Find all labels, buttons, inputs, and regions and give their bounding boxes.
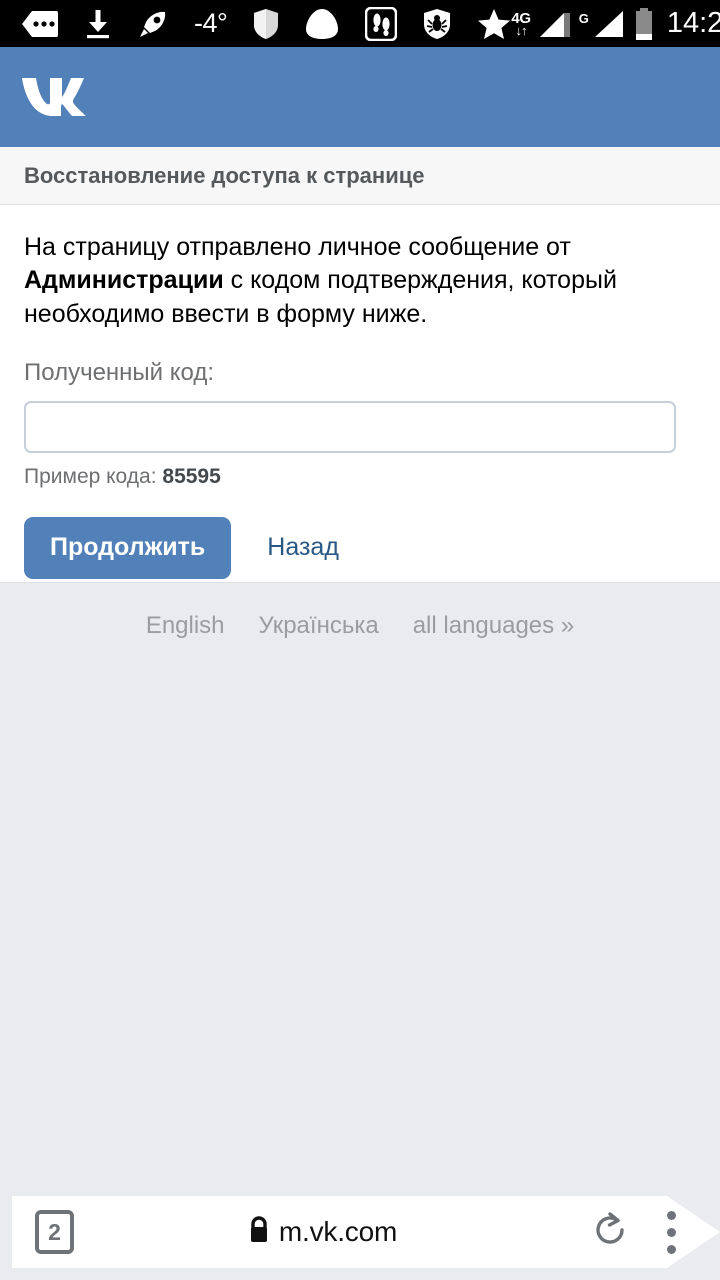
vk-logo[interactable] bbox=[20, 75, 92, 119]
lock-icon bbox=[248, 1215, 270, 1249]
code-example-prefix: Пример кода: bbox=[24, 464, 163, 488]
continue-button[interactable]: Продолжить bbox=[24, 516, 232, 579]
code-example-value: 85595 bbox=[162, 464, 221, 488]
reload-icon[interactable] bbox=[591, 1211, 629, 1254]
page-title-bar: Восстановление доступа к странице bbox=[0, 147, 720, 205]
mobile-data-4g-icon: 4G ↓↑ bbox=[511, 9, 531, 38]
rocket-icon bbox=[138, 7, 168, 41]
code-input[interactable] bbox=[24, 400, 676, 453]
url-text: m.vk.com bbox=[278, 1216, 398, 1247]
signal-bars-2-icon bbox=[594, 7, 625, 41]
star-icon bbox=[477, 7, 511, 41]
back-link[interactable]: Назад bbox=[267, 533, 339, 562]
signal-bars-icon bbox=[539, 7, 570, 41]
kebab-menu-icon[interactable] bbox=[667, 1210, 676, 1254]
more-dots-icon bbox=[22, 7, 58, 41]
vk-header bbox=[0, 47, 720, 147]
page-title: Восстановление доступа к странице bbox=[24, 162, 425, 188]
battery-icon bbox=[634, 7, 654, 41]
language-link-english[interactable]: English bbox=[146, 612, 225, 640]
status-bar-clock: 14:21 bbox=[666, 7, 720, 39]
form-actions: Продолжить Назад bbox=[24, 516, 720, 579]
content-card: На страницу отправлено личное сообщение … bbox=[0, 205, 720, 583]
drweb-spider-shield-icon bbox=[423, 7, 451, 41]
language-switcher: English Українська all languages » bbox=[0, 612, 720, 640]
url-bar[interactable]: m.vk.com bbox=[54, 1215, 591, 1249]
status-bar-left-icons: -4° bbox=[0, 6, 511, 41]
code-example-hint: Пример кода: 85595 bbox=[24, 465, 720, 489]
intro-text-bold: Администрации bbox=[24, 266, 224, 295]
shield-icon bbox=[253, 7, 279, 41]
temperature-indicator: -4° bbox=[194, 8, 228, 38]
mobile-data-g-icon: G bbox=[578, 10, 589, 26]
status-bar: -4° 4G ↓↑ G 14:2 bbox=[0, 0, 720, 47]
intro-paragraph: На страницу отправлено личное сообщение … bbox=[0, 205, 720, 331]
footprints-icon bbox=[365, 6, 398, 41]
code-field-label: Полученный код: bbox=[24, 358, 215, 386]
egg-icon bbox=[305, 7, 339, 41]
status-bar-right-icons: 4G ↓↑ G 14:2 bbox=[511, 7, 720, 41]
intro-text-part1: На страницу отправлено личное сообщение … bbox=[24, 233, 571, 261]
phone-screen: -4° 4G ↓↑ G 14:2 Восстановление доступа … bbox=[0, 0, 720, 1280]
browser-bottom-bar: 2 m.vk.com bbox=[0, 1196, 720, 1268]
language-link-ukrainian[interactable]: Українська bbox=[259, 612, 379, 640]
language-link-all[interactable]: all languages » bbox=[413, 612, 574, 640]
download-icon bbox=[84, 7, 112, 41]
